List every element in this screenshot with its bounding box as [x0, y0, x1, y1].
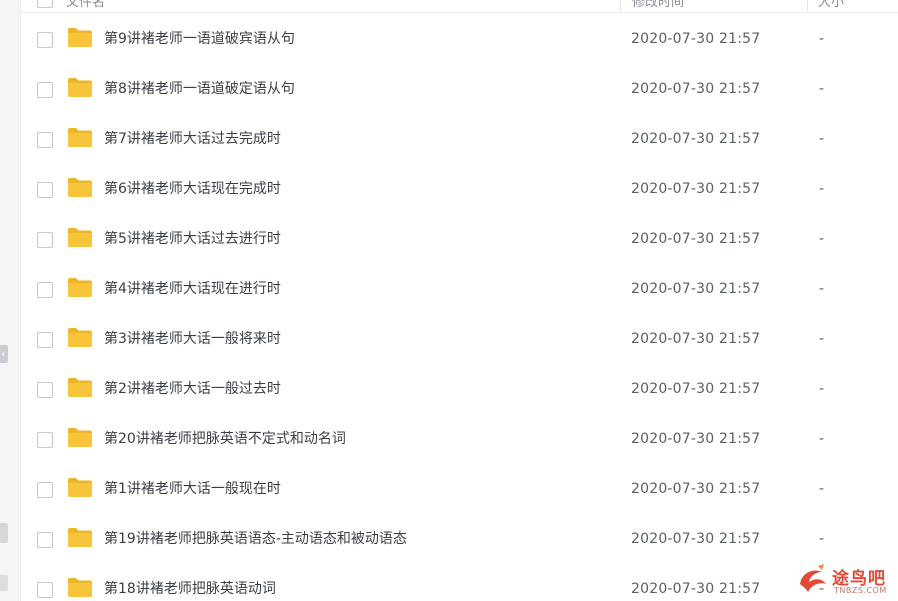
file-list: 第9讲褚老师一语道破宾语从句 2020-07-30 21:57- 第8讲褚老师一语道… — [20, 14, 898, 601]
file-list-header: 文件名 修改时间 大小 — [20, 0, 898, 13]
select-all-checkbox[interactable] — [37, 0, 53, 8]
site-watermark: 途鸟吧 TNBZS.COM — [796, 562, 894, 598]
modified-time: 2020-07-30 21:57 — [631, 481, 761, 497]
row-checkbox[interactable] — [37, 82, 53, 98]
folder-icon — [68, 478, 92, 497]
modified-time: 2020-07-30 21:57 — [631, 381, 761, 397]
folder-icon — [68, 378, 92, 397]
modified-time: 2020-07-30 21:57 — [631, 181, 761, 197]
chevron-left-icon: ‹ — [1, 347, 6, 360]
column-header-size[interactable]: 大小 — [818, 0, 844, 10]
modified-time: 2020-07-30 21:57 — [631, 581, 761, 597]
column-divider[interactable] — [620, 0, 621, 12]
row-checkbox[interactable] — [37, 432, 53, 448]
modified-time: 2020-07-30 21:57 — [631, 31, 761, 47]
column-header-name[interactable]: 文件名 — [66, 0, 105, 10]
file-name[interactable]: 第2讲褚老师大话一般过去时 — [104, 379, 281, 399]
file-list-window: ‹ 文件名 修改时间 大小 第9讲褚老师一语道破宾语从句 2020-07-30 2… — [0, 0, 898, 601]
table-row[interactable]: 第3讲褚老师大话一般将来时 2020-07-30 21:57 - — [20, 314, 898, 364]
table-row[interactable]: 第8讲褚老师一语道破定语从句 2020-07-30 21:57 - — [20, 64, 898, 114]
modified-time: 2020-07-30 21:57 — [631, 231, 761, 247]
folder-icon — [68, 278, 92, 297]
folder-icon — [68, 578, 92, 597]
table-row[interactable]: 第18讲褚老师把脉英语动词 2020-07-30 21:57- — [20, 564, 898, 601]
row-checkbox[interactable] — [37, 32, 53, 48]
row-checkbox[interactable] — [37, 132, 53, 148]
modified-time: 2020-07-30 21:57 — [631, 131, 761, 147]
table-row[interactable]: 第19讲褚老师把脉英语语态-主动语态和被动语态 2020-07-30 21:57 - — [20, 514, 898, 564]
modified-time: 2020-07-30 21:57 — [631, 531, 761, 547]
file-name[interactable]: 第18讲褚老师把脉英语动词 — [104, 579, 276, 599]
file-name[interactable]: 第7讲褚老师大话过去完成时 — [104, 129, 281, 149]
modified-time: 2020-07-30 21:57 — [631, 81, 761, 97]
modified-time: 2020-07-30 21:57 — [631, 331, 761, 347]
row-checkbox[interactable] — [37, 532, 53, 548]
sidebar-scroll-handle[interactable] — [0, 523, 8, 543]
table-row[interactable]: 第5讲褚老师大话过去进行时 2020-07-30 21:57 - — [20, 214, 898, 264]
column-divider[interactable] — [807, 0, 808, 12]
watermark-domain: TNBZS.COM — [834, 586, 887, 595]
file-name[interactable]: 第6讲褚老师大话现在完成时 — [104, 179, 281, 199]
table-row[interactable]: 第1讲褚老师大话一般现在时 2020-07-30 21:57 - — [20, 464, 898, 514]
file-size: - — [819, 481, 825, 497]
table-row[interactable]: 第2讲褚老师大话一般过去时 2020-07-30 21:57 - — [20, 364, 898, 414]
file-size: - — [819, 231, 825, 247]
column-header-modified[interactable]: 修改时间 — [632, 0, 684, 10]
file-name[interactable]: 第4讲褚老师大话现在进行时 — [104, 279, 281, 299]
row-checkbox[interactable] — [37, 232, 53, 248]
sidebar-scroll-handle-lower[interactable] — [0, 575, 8, 591]
file-name[interactable]: 第19讲褚老师把脉英语语态-主动语态和被动语态 — [104, 529, 407, 549]
row-checkbox[interactable] — [37, 482, 53, 498]
file-size: - — [819, 431, 825, 447]
file-size: - — [819, 131, 825, 147]
file-size: - — [819, 331, 825, 347]
file-size: - — [819, 181, 825, 197]
file-name[interactable]: 第3讲褚老师大话一般将来时 — [104, 329, 281, 349]
file-size: - — [819, 531, 825, 547]
file-size: - — [819, 81, 825, 97]
table-row[interactable]: 第4讲褚老师大话现在进行时 2020-07-30 21:57 - — [20, 264, 898, 314]
file-name[interactable]: 第9讲褚老师一语道破宾语从句 — [104, 29, 295, 49]
file-size: - — [819, 281, 825, 297]
file-size: - — [819, 31, 825, 47]
bird-logo-icon — [800, 564, 826, 592]
folder-icon — [68, 28, 92, 47]
row-checkbox[interactable] — [37, 332, 53, 348]
table-row[interactable]: 第7讲褚老师大话过去完成时 2020-07-30 21:57 - — [20, 114, 898, 164]
file-name[interactable]: 第8讲褚老师一语道破定语从句 — [104, 79, 295, 99]
folder-icon — [68, 328, 92, 347]
folder-icon — [68, 128, 92, 147]
folder-icon — [68, 428, 92, 447]
folder-icon — [68, 228, 92, 247]
table-row[interactable]: 第9讲褚老师一语道破宾语从句 2020-07-30 21:57 - — [20, 14, 898, 64]
file-size: - — [819, 381, 825, 397]
folder-icon — [68, 528, 92, 547]
modified-time: 2020-07-30 21:57 — [631, 431, 761, 447]
folder-icon — [68, 178, 92, 197]
table-row[interactable]: 第6讲褚老师大话现在完成时 2020-07-30 21:57 - — [20, 164, 898, 214]
modified-time: 2020-07-30 21:57 — [631, 281, 761, 297]
row-checkbox[interactable] — [37, 382, 53, 398]
file-name[interactable]: 第5讲褚老师大话过去进行时 — [104, 229, 281, 249]
row-checkbox[interactable] — [37, 582, 53, 598]
table-row[interactable]: 第20讲褚老师把脉英语不定式和动名词 2020-07-30 21:57 - — [20, 414, 898, 464]
file-name[interactable]: 第1讲褚老师大话一般现在时 — [104, 479, 281, 499]
left-sidebar-edge: ‹ — [0, 0, 21, 601]
row-checkbox[interactable] — [37, 282, 53, 298]
sidebar-collapse-handle[interactable]: ‹ — [0, 345, 8, 363]
file-name[interactable]: 第20讲褚老师把脉英语不定式和动名词 — [104, 429, 346, 449]
row-checkbox[interactable] — [37, 182, 53, 198]
folder-icon — [68, 78, 92, 97]
